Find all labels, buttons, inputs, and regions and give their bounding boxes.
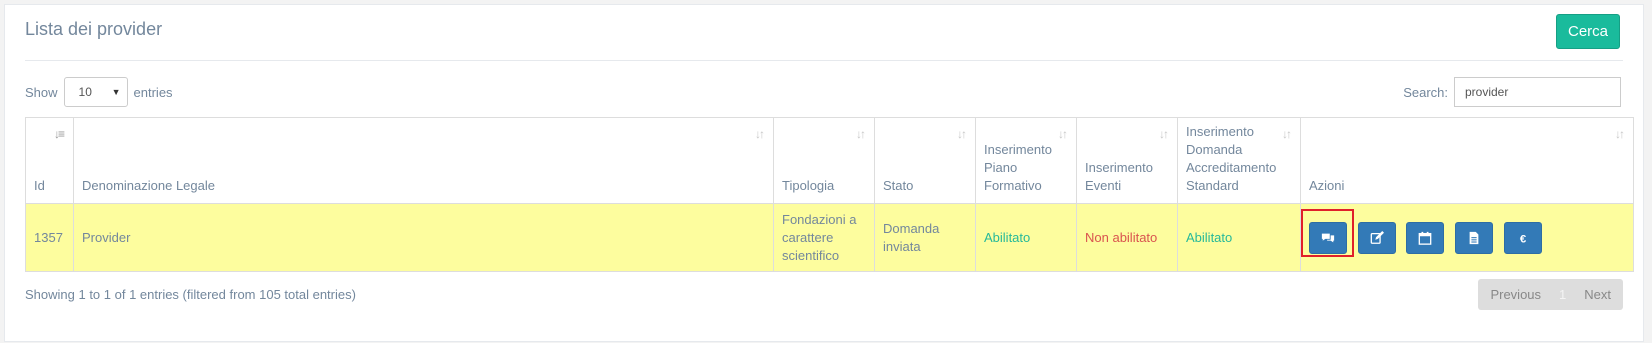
cell-tipologia: Fondazioni a carattere scientifico — [773, 203, 875, 272]
cell-denominazione: Provider — [73, 203, 774, 272]
cell-eventi-status: Non abilitato — [1076, 203, 1178, 272]
cell-stato: Domanda inviata — [874, 203, 976, 272]
length-prefix-label: Show — [25, 84, 58, 100]
search-toggle-button[interactable]: Cerca — [1556, 14, 1620, 49]
svg-text:€: € — [1519, 233, 1526, 245]
column-header-azioni[interactable]: ↓↑ Azioni — [1300, 117, 1634, 204]
comments-button[interactable] — [1309, 221, 1347, 254]
entries-length-control: Show 10 ▼ entries — [25, 77, 173, 107]
length-suffix-label: entries — [133, 84, 173, 100]
column-header-piano-formativo[interactable]: ↓↑ Inserimento Piano Formativo — [975, 117, 1077, 204]
cell-accreditamento-status: Abilitato — [1177, 203, 1301, 272]
sort-icon: ↓↑ — [755, 127, 765, 141]
providers-table: ↓≡ Id ↓↑ Denominazione Legale ↓↑ Tipologia … — [25, 117, 1634, 272]
cell-actions: € — [1300, 203, 1634, 272]
provider-list-panel: Lista dei provider Cerca Show 10 ▼ entri… — [4, 4, 1644, 342]
column-header-denominazione[interactable]: ↓↑ Denominazione Legale — [73, 117, 774, 204]
divider — [25, 60, 1623, 61]
page-title: Lista dei provider — [25, 19, 163, 39]
sort-icon: ↓↑ — [957, 127, 967, 141]
column-header-accreditamento[interactable]: ↓↑ Inserimento Domanda Accreditamento Sta… — [1177, 117, 1301, 204]
search-input[interactable] — [1454, 77, 1621, 107]
sort-icon: ↓↑ — [1282, 127, 1292, 141]
edit-button[interactable] — [1357, 221, 1396, 254]
cell-piano-formativo-status: Abilitato — [975, 203, 1077, 272]
table-header-row: ↓≡ Id ↓↑ Denominazione Legale ↓↑ Tipologia … — [25, 117, 1634, 204]
sort-icon: ↓↑ — [856, 127, 866, 141]
edit-icon — [1370, 230, 1384, 244]
column-header-stato[interactable]: ↓↑ Stato — [874, 117, 976, 204]
table-row: 1357 Provider Fondazioni a carattere sci… — [25, 203, 1634, 272]
table-info: Showing 1 to 1 of 1 entries (filtered fr… — [25, 287, 356, 302]
file-text-icon — [1469, 231, 1479, 244]
search-label: Search: — [1403, 84, 1448, 100]
comments-icon — [1321, 233, 1335, 242]
cell-id: 1357 — [25, 203, 74, 272]
entries-per-page-value: 10 — [78, 85, 92, 99]
chevron-down-icon: ▼ — [111, 87, 121, 97]
column-header-eventi[interactable]: ↓↑ Inserimento Eventi — [1076, 117, 1178, 204]
document-button[interactable] — [1454, 221, 1493, 254]
calendar-icon — [1418, 231, 1432, 245]
calendar-button[interactable] — [1406, 221, 1445, 254]
payment-button[interactable]: € — [1503, 221, 1542, 254]
pagination: Previous 1 Next — [1478, 279, 1623, 310]
sort-icon: ↓↑ — [1058, 127, 1068, 141]
sort-icon: ↓↑ — [1159, 127, 1169, 141]
euro-icon: € — [1519, 233, 1526, 245]
sort-asc-icon: ↓≡ — [54, 127, 65, 141]
previous-page-button[interactable]: Previous — [1478, 279, 1553, 310]
sort-icon: ↓↑ — [1615, 127, 1625, 141]
column-header-tipologia[interactable]: ↓↑ Tipologia — [773, 117, 875, 204]
next-page-button[interactable]: Next — [1572, 279, 1623, 310]
column-header-id[interactable]: ↓≡ Id — [25, 117, 74, 204]
entries-per-page-select[interactable]: 10 ▼ — [63, 77, 128, 107]
table-search: Search: — [1403, 77, 1621, 107]
current-page-button[interactable]: 1 — [1553, 279, 1572, 310]
